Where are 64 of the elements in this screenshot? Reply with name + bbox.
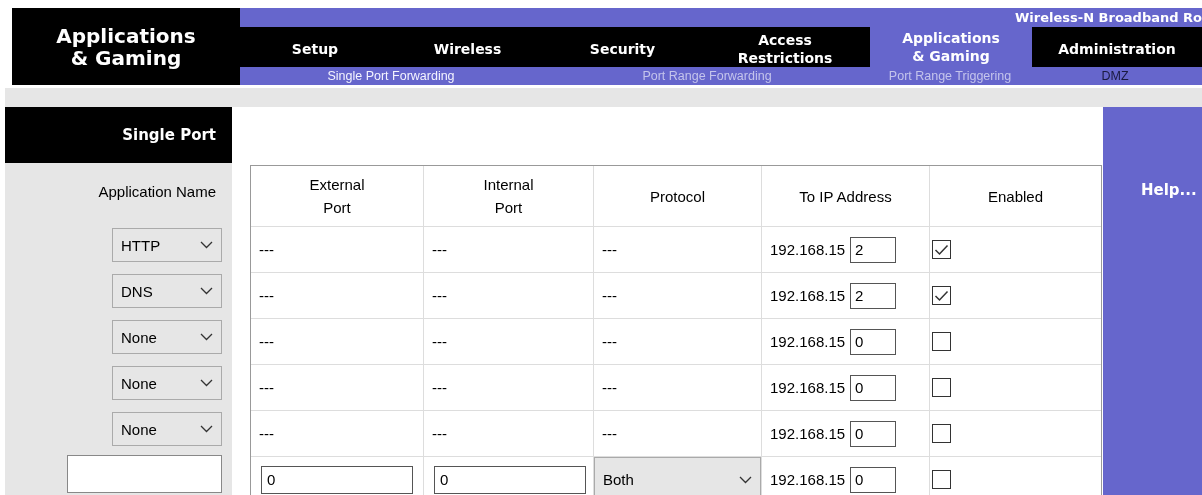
ip-prefix: 192.168.15: [770, 471, 846, 488]
ip-prefix: 192.168.15: [770, 333, 846, 350]
ip-prefix: 192.168.15: [770, 425, 846, 442]
protocol-select[interactable]: Both: [594, 456, 761, 495]
external-port-field[interactable]: 0: [261, 465, 413, 494]
table-cell: ---: [259, 333, 274, 350]
table-cell: ---: [432, 379, 447, 396]
sidebar-title: Single Port: [5, 107, 232, 163]
table-cell: ---: [259, 379, 274, 396]
column-label: Application Name: [98, 183, 216, 202]
chevron-down-icon: [739, 475, 752, 484]
subtab-link[interactable]: Single Port Forwarding: [240, 67, 542, 86]
enabled-checkbox[interactable]: [932, 286, 951, 305]
ip-field[interactable]: 0: [850, 374, 897, 401]
chevron-down-icon: [200, 287, 213, 295]
help-link[interactable]: Help...: [1103, 107, 1202, 495]
ip-prefix: 192.168.15: [770, 241, 846, 258]
enabled-checkbox[interactable]: [932, 332, 951, 351]
table-cell: ---: [602, 241, 617, 258]
application-select[interactable]: DNS: [112, 274, 222, 308]
nav-tab[interactable]: Access Restrictions: [700, 27, 870, 67]
enabled-checkbox[interactable]: [932, 378, 951, 397]
nav-tab[interactable]: Administration: [1032, 27, 1202, 67]
ip-field[interactable]: 2: [850, 282, 897, 309]
table-cell: ---: [259, 425, 274, 442]
enabled-checkbox[interactable]: [932, 240, 951, 259]
table-cell: ---: [602, 379, 617, 396]
chevron-down-icon: [200, 425, 213, 433]
application-name-field[interactable]: [67, 455, 222, 493]
chevron-down-icon: [200, 241, 213, 249]
table-cell: ---: [259, 287, 274, 304]
section-title: Applications & Gaming: [12, 8, 240, 85]
chevron-down-icon: [200, 379, 213, 387]
nav-tab[interactable]: Wireless: [390, 27, 545, 67]
ip-field[interactable]: 2: [850, 236, 897, 263]
chevron-down-icon: [200, 333, 213, 341]
nav-tab[interactable]: Security: [545, 27, 700, 67]
table-cell: ---: [602, 287, 617, 304]
application-select[interactable]: None: [112, 412, 222, 446]
product-name: Wireless-N Broadband Ro: [1014, 9, 1202, 27]
table-cell: ---: [602, 333, 617, 350]
internal-port-field[interactable]: 0: [434, 465, 586, 494]
application-select[interactable]: HTTP: [112, 228, 222, 262]
application-select[interactable]: None: [112, 366, 222, 400]
table-cell: ---: [432, 241, 447, 258]
ip-prefix: 192.168.15: [770, 287, 846, 304]
table-cell: ---: [602, 425, 617, 442]
ip-field[interactable]: 0: [850, 466, 897, 493]
column-header: Enabled: [929, 166, 1101, 226]
application-select[interactable]: None: [112, 320, 222, 354]
table-cell: ---: [432, 333, 447, 350]
column-header: External Port: [308, 175, 366, 218]
ip-prefix: 192.168.15: [770, 379, 846, 396]
enabled-checkbox[interactable]: [932, 470, 951, 489]
column-header: Protocol: [593, 166, 761, 226]
nav-tab[interactable]: Setup: [240, 27, 390, 67]
table-cell: ---: [259, 241, 274, 258]
table-cell: ---: [432, 287, 447, 304]
column-header: Internal Port: [423, 166, 593, 226]
ip-field[interactable]: 0: [850, 420, 897, 447]
enabled-checkbox[interactable]: [932, 424, 951, 443]
column-header: To IP Address: [761, 166, 929, 226]
ip-field[interactable]: 0: [850, 328, 897, 355]
table-cell: ---: [432, 425, 447, 442]
